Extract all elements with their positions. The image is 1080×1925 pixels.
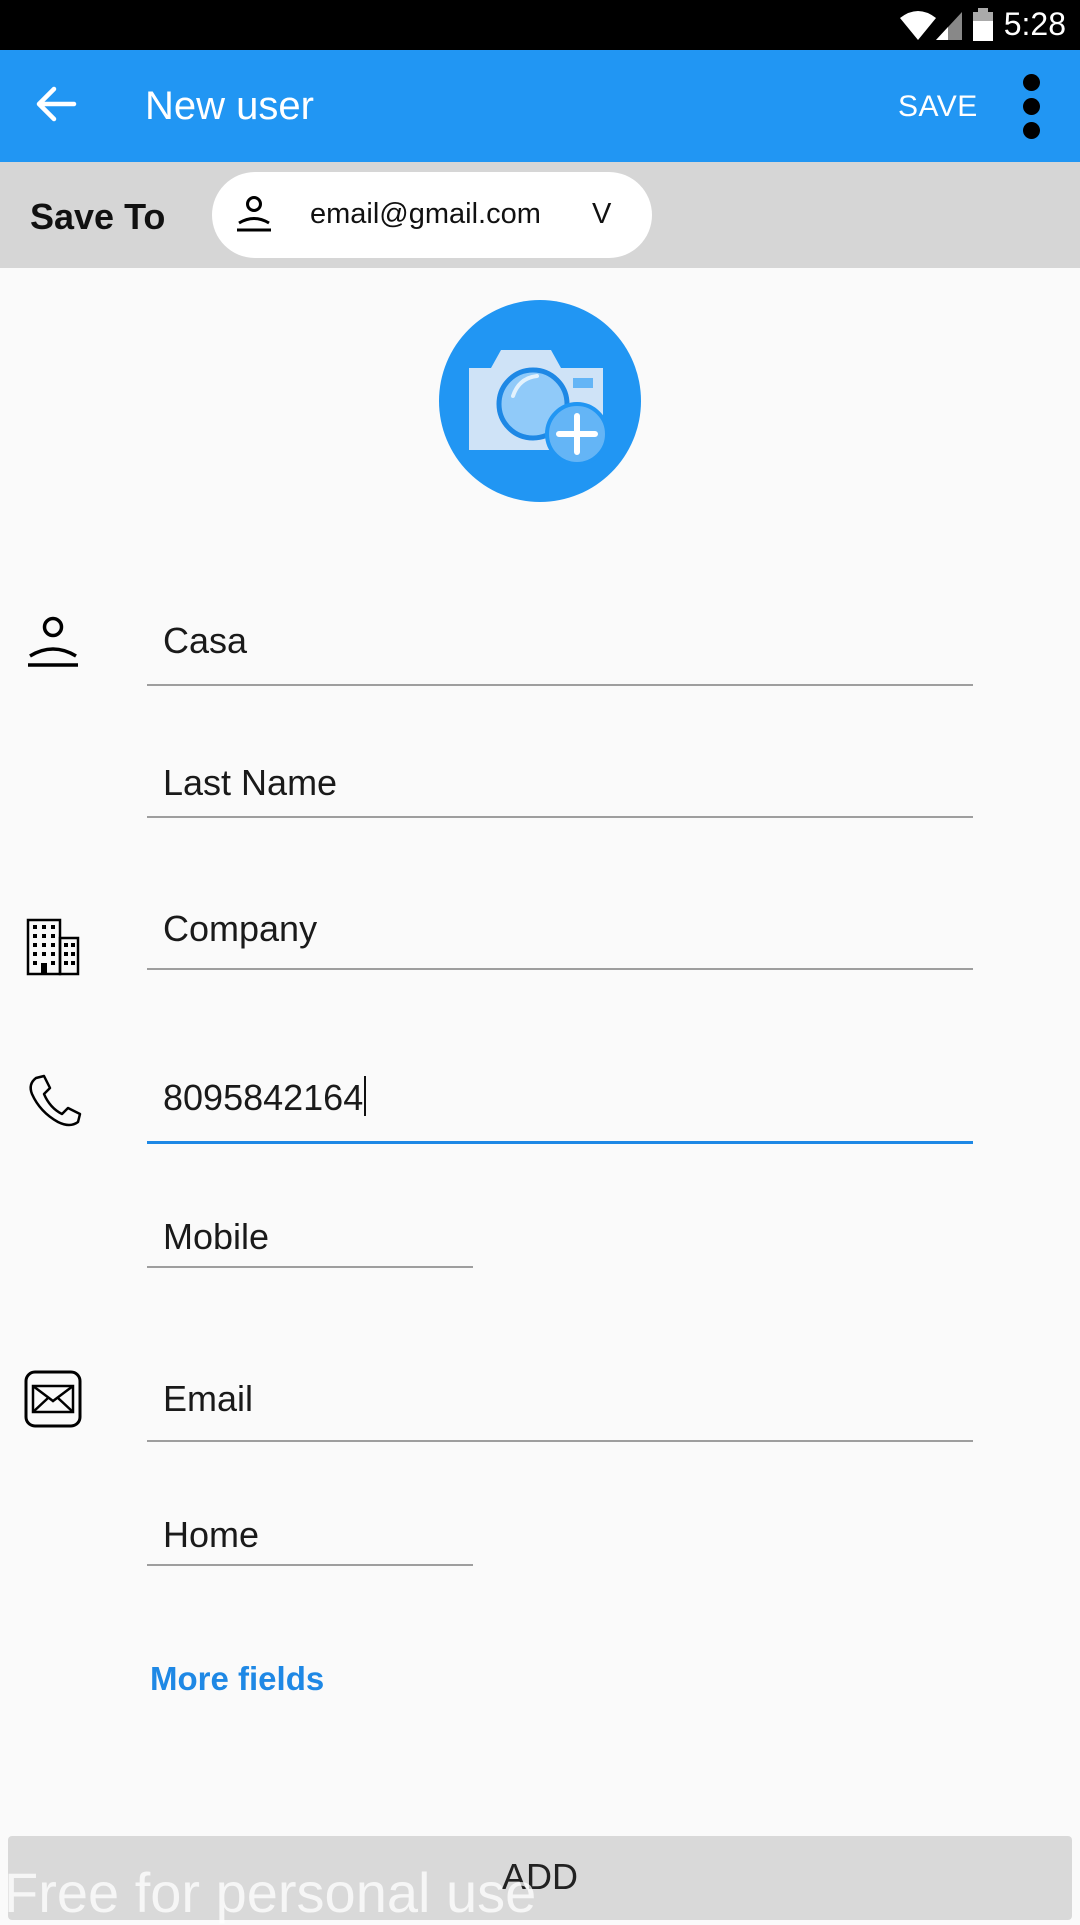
- person-icon: [237, 196, 271, 232]
- save-to-label: Save To: [30, 196, 166, 237]
- envelope-icon: [24, 1370, 82, 1428]
- email-type-select[interactable]: Home: [147, 1508, 473, 1566]
- first-name-field[interactable]: Casa: [147, 610, 973, 686]
- person-icon: [28, 616, 78, 667]
- company-field[interactable]: Company: [147, 898, 973, 970]
- status-time: 5:28: [1003, 6, 1066, 42]
- save-button[interactable]: SAVE: [898, 90, 978, 124]
- chevron-down-icon: V: [592, 198, 612, 230]
- phone-value: 8095842164: [163, 1076, 367, 1119]
- back-arrow-icon[interactable]: [30, 78, 82, 130]
- add-photo-button[interactable]: [439, 300, 641, 502]
- last-name-placeholder: Last Name: [163, 762, 338, 803]
- company-placeholder: Company: [163, 908, 318, 949]
- add-photo-camera-icon: [469, 350, 609, 466]
- more-options-icon[interactable]: [1016, 70, 1048, 144]
- status-bar: 5:28: [0, 0, 1080, 50]
- text-cursor: [364, 1076, 367, 1116]
- page-title: New user: [145, 84, 314, 128]
- signal-icon: [936, 12, 962, 40]
- first-name-value: Casa: [163, 620, 248, 661]
- phone-type-value: Mobile: [163, 1216, 270, 1257]
- last-name-field[interactable]: Last Name: [147, 752, 973, 818]
- watermark: Free for personal use: [4, 1861, 537, 1924]
- phone-field[interactable]: 8095842164: [147, 1066, 973, 1144]
- app-bar: New user SAVE: [0, 50, 1080, 162]
- wifi-icon: [900, 11, 936, 40]
- phone-type-select[interactable]: Mobile: [147, 1210, 473, 1268]
- account-selector[interactable]: email@gmail.com V: [212, 172, 652, 258]
- email-type-value: Home: [163, 1514, 260, 1555]
- email-field[interactable]: Email: [147, 1370, 973, 1442]
- more-fields-link[interactable]: More fields: [150, 1660, 324, 1698]
- account-email: email@gmail.com: [310, 198, 541, 230]
- save-to-bar: Save To email@gmail.com V: [0, 162, 1080, 268]
- battery-icon: [973, 8, 993, 41]
- building-icon: [26, 918, 80, 976]
- email-placeholder: Email: [163, 1378, 254, 1419]
- phone-icon: [29, 1074, 82, 1127]
